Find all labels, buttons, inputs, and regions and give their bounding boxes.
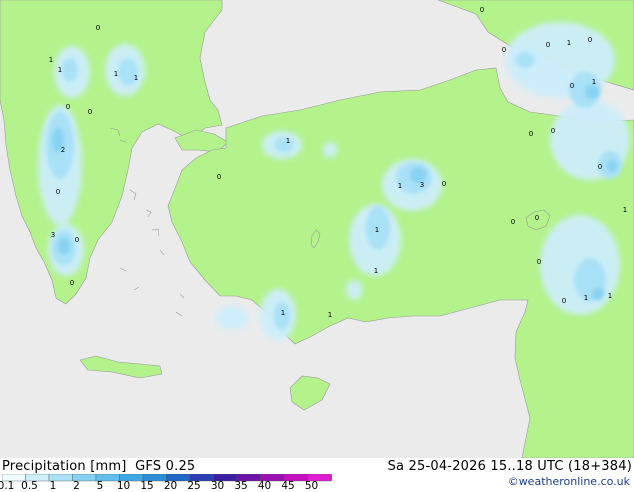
product-title: Precipitation [mm] GFS 0.25 xyxy=(2,459,195,474)
map-value-label: 1 xyxy=(584,294,588,302)
colorbar-tick-label: 15 xyxy=(140,480,154,492)
map-value-label: 3 xyxy=(420,181,424,189)
colorbar-tick-label: 35 xyxy=(234,480,248,492)
colorbar-tick-label: 25 xyxy=(187,480,201,492)
map-value-label: 1 xyxy=(286,137,290,145)
map-value-label: 0 xyxy=(562,297,566,305)
precip-core-ne2 xyxy=(515,52,535,68)
map-value-label: 0 xyxy=(588,36,592,44)
valid-time: Sa 25-04-2026 15..18 UTC (18+384) xyxy=(387,459,632,474)
map-value-label: 0 xyxy=(537,258,541,266)
precipitation-map: 0 1 1 1 1 0 0 2 0 3 0 0 1 0 1 3 0 1 1 1 … xyxy=(0,0,634,458)
map-value-label: 1 xyxy=(49,56,53,64)
map-value-label: 0 xyxy=(96,24,100,32)
map-value-label: 0 xyxy=(502,46,506,54)
map-value-label: 0 xyxy=(56,188,60,196)
map-footer: Precipitation [mm] GFS 0.25 Sa 25-04-202… xyxy=(0,458,634,492)
map-value-label: 0 xyxy=(529,130,533,138)
map-value-label: 0 xyxy=(535,214,539,222)
precip-patch-antalya xyxy=(216,306,248,330)
map-value-label: 1 xyxy=(592,78,596,86)
precip-core-nw1 xyxy=(62,58,78,82)
credit-link[interactable]: ©weatheronline.co.uk xyxy=(508,475,630,488)
precip-core-marmara xyxy=(274,138,294,152)
colorbar-tick-label: 50 xyxy=(304,480,319,492)
map-value-label: 1 xyxy=(58,66,62,74)
precip-peak-caucasus xyxy=(607,160,617,172)
colorbar-tick-label: 0.1 xyxy=(0,480,15,492)
map-value-label: 0 xyxy=(88,108,92,116)
precip-patch-small2 xyxy=(323,142,337,158)
map-value-label: 1 xyxy=(623,206,627,214)
product-name: Precipitation [mm] xyxy=(2,459,127,474)
map-value-label: 1 xyxy=(375,226,379,234)
map-value-label: 0 xyxy=(442,180,446,188)
colorbar-tick-label: 0.5 xyxy=(21,480,38,492)
map-value-label: 0 xyxy=(598,163,602,171)
map-value-label: 1 xyxy=(567,39,571,47)
colorbar-tick-label: 30 xyxy=(210,480,225,492)
map-value-label: 3 xyxy=(51,231,55,239)
map-value-label: 0 xyxy=(66,103,70,111)
map-value-label: 1 xyxy=(114,70,118,78)
map-value-label: 1 xyxy=(328,311,332,319)
map-value-label: 1 xyxy=(134,74,138,82)
map-value-label: 0 xyxy=(70,279,74,287)
map-value-label: 0 xyxy=(217,173,221,181)
model-name: GFS 0.25 xyxy=(135,459,196,474)
colorbar-tick-label: 10 xyxy=(116,480,131,492)
colorbar-arrow xyxy=(331,474,332,481)
colorbar-tick-label: 20 xyxy=(163,480,178,492)
map-value-label: 0 xyxy=(570,82,574,90)
colorbar-tick-label: 1 xyxy=(49,480,57,492)
map-value-label: 0 xyxy=(551,127,555,135)
map-value-label: 1 xyxy=(374,267,378,275)
colorbar-tick-label: 45 xyxy=(281,480,295,492)
map-value-label: 0 xyxy=(546,41,550,49)
map-value-label: 2 xyxy=(61,146,65,154)
colorbar-tick-label: 2 xyxy=(73,480,80,492)
map-value-label: 1 xyxy=(398,182,402,190)
map-value-label: 0 xyxy=(75,236,79,244)
precip-peak-northeast xyxy=(585,85,599,99)
precip-patch-small1 xyxy=(346,280,362,300)
precip-peak-peloponnese xyxy=(58,238,70,254)
map-value-label: 0 xyxy=(511,218,515,226)
map-value-label: 1 xyxy=(281,309,285,317)
colorbar-tick-label: 40 xyxy=(257,480,272,492)
colorbar-tick-label: 5 xyxy=(96,480,104,492)
map-value-label: 0 xyxy=(480,6,484,14)
precip-peak-iran xyxy=(592,288,604,300)
map-value-label: 1 xyxy=(608,292,612,300)
